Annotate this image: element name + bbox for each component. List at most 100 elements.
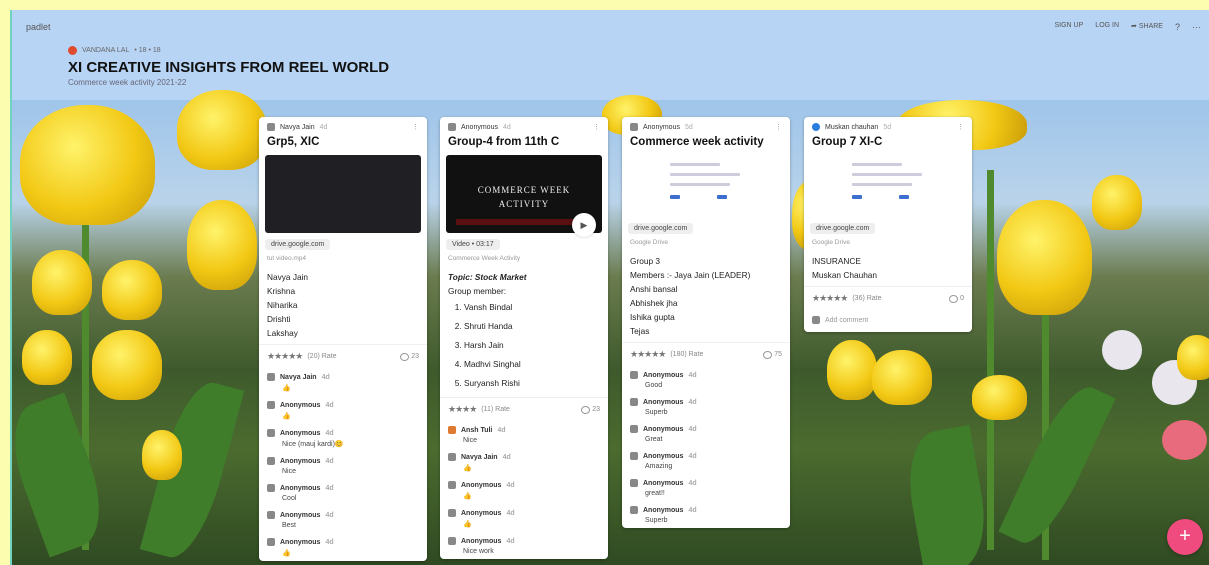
- post-menu-icon[interactable]: ⋮: [412, 123, 419, 131]
- video-thumbnail[interactable]: [265, 155, 421, 233]
- post-title: Commerce week activity: [630, 136, 764, 148]
- attachment-chip[interactable]: drive.google.com: [265, 239, 331, 250]
- board-title: XI CREATIVE INSIGHTS FROM REEL WORLD: [68, 59, 390, 76]
- star-rating-icon[interactable]: ★★★★: [448, 404, 477, 415]
- rating-bar: ★★★★★ (180) Rate 75: [622, 342, 790, 366]
- post-age: 5d: [684, 123, 693, 131]
- post-card[interactable]: Muskan chauhan 5d ⋮ Group 7 XI-C drive.g…: [804, 117, 972, 332]
- avatar: [267, 429, 275, 437]
- play-icon[interactable]: ▶: [572, 213, 596, 237]
- star-rating-icon[interactable]: ★★★★★: [267, 351, 303, 362]
- avatar: [812, 123, 820, 131]
- body-line: Abhishek jha: [630, 298, 678, 308]
- comment-author: Anonymous: [643, 371, 684, 379]
- list-item: Shruti Handa: [464, 317, 600, 336]
- post-age: 4d: [319, 123, 328, 131]
- document-thumbnail[interactable]: [662, 155, 750, 217]
- rating-count[interactable]: (180) Rate: [670, 351, 703, 358]
- more-menu-icon[interactable]: ···: [1192, 22, 1201, 32]
- member-list: Vansh Bindal Shruti Handa Harsh Jain Mad…: [448, 298, 600, 393]
- comment-text: 👍: [463, 521, 472, 528]
- document-thumbnail[interactable]: [844, 155, 932, 217]
- avatar: [267, 484, 275, 492]
- body-line: Members :- Jaya Jain (LEADER): [630, 270, 751, 280]
- body-line: Tejas: [630, 326, 650, 336]
- body-line: INSURANCE: [812, 256, 861, 266]
- avatar: [812, 316, 820, 324]
- attachment-name: Google Drive: [630, 239, 668, 246]
- rating-count[interactable]: (36) Rate: [852, 295, 881, 302]
- comment-author: Anonymous: [280, 538, 321, 546]
- board-author: VANDANA LAL • 18 • 18: [68, 46, 161, 55]
- comment-author: Anonymous: [280, 429, 321, 437]
- comment-age: 4d: [688, 425, 697, 433]
- comment-count-label: 0: [960, 295, 964, 302]
- share-icon: ➦: [1131, 23, 1137, 30]
- board-subtitle: Commerce week activity 2021-22: [68, 78, 187, 87]
- avatar: [630, 371, 638, 379]
- comment-count[interactable]: 0: [949, 294, 964, 303]
- author-avatar: [68, 46, 77, 55]
- comment-text: Cool: [282, 495, 297, 502]
- comment-icon: [581, 405, 591, 414]
- comment-text: great!!: [645, 490, 665, 497]
- attachment-chip[interactable]: drive.google.com: [810, 223, 876, 234]
- comment-count[interactable]: 75: [763, 350, 782, 359]
- attachment-chip[interactable]: drive.google.com: [628, 223, 694, 234]
- body-line: Krishna: [267, 286, 296, 296]
- comment-count-label: 75: [774, 351, 782, 358]
- avatar: [630, 506, 638, 514]
- rating-count[interactable]: (11) Rate: [481, 406, 510, 413]
- avatar: [448, 453, 456, 461]
- avatar: [267, 538, 275, 546]
- comment-count[interactable]: 23: [400, 352, 419, 361]
- post-menu-icon[interactable]: ⋮: [957, 123, 964, 131]
- comment-author: Anonymous: [280, 511, 321, 519]
- list-item: Vansh Bindal: [464, 298, 600, 317]
- comment-text: Superb: [645, 517, 668, 524]
- comment-text: Superb: [645, 409, 668, 416]
- post-card[interactable]: Anonymous 5d ⋮ Commerce week activity dr…: [622, 117, 790, 528]
- avatar: [448, 426, 456, 434]
- signup-link[interactable]: SIGN UP: [1055, 22, 1084, 32]
- video-thumbnail[interactable]: COMMERCE WEEK ACTIVITY ▶: [446, 155, 602, 237]
- rating-count[interactable]: (20) Rate: [307, 353, 336, 360]
- post-menu-icon[interactable]: ⋮: [775, 123, 782, 131]
- add-post-button[interactable]: +: [1167, 519, 1203, 555]
- comment: Anonymous 4d Amazing: [622, 447, 790, 474]
- list-item: Suryansh Rishi: [464, 374, 600, 393]
- comment-text: Nice work: [463, 548, 494, 555]
- post-card[interactable]: Anonymous 4d ⋮ Group-4 from 11th C COMME…: [440, 117, 608, 559]
- comment-count[interactable]: 23: [581, 405, 600, 414]
- star-rating-icon[interactable]: ★★★★★: [812, 293, 848, 304]
- attachment-chip[interactable]: Video • 03:17: [446, 239, 500, 250]
- post-menu-icon[interactable]: ⋮: [593, 123, 600, 131]
- avatar: [448, 537, 456, 545]
- comment-text: 👍: [463, 465, 472, 472]
- post-topic: Topic: Stock Market: [448, 272, 527, 282]
- comment-icon: [763, 350, 773, 359]
- share-button[interactable]: ➦ SHARE: [1131, 22, 1163, 32]
- help-icon[interactable]: ?: [1175, 22, 1180, 32]
- post-card[interactable]: Navya Jain 4d ⋮ Grp5, XIC drive.google.c…: [259, 117, 427, 561]
- avatar: [267, 457, 275, 465]
- comment: Anonymous 4d Superb: [622, 393, 790, 420]
- post-header: Muskan chauhan 5d ⋮: [804, 117, 972, 131]
- author-name: VANDANA LAL: [82, 47, 130, 54]
- comment-author: Anonymous: [643, 506, 684, 514]
- comment-author: Anonymous: [280, 457, 321, 465]
- login-link[interactable]: LOG IN: [1095, 22, 1119, 32]
- comment: Anonymous 4d Cool: [259, 479, 427, 506]
- comment-age: 4d: [688, 506, 697, 514]
- avatar: [267, 373, 275, 381]
- wallpaper-tulips: [12, 90, 1209, 565]
- post-age: 5d: [883, 123, 892, 131]
- brand-logo[interactable]: padlet: [26, 22, 51, 32]
- post-age: 4d: [502, 123, 511, 131]
- add-comment-field[interactable]: Add comment: [804, 310, 972, 332]
- rating-bar: ★★★★★ (36) Rate 0: [804, 286, 972, 310]
- add-comment-placeholder: Add comment: [825, 316, 869, 324]
- star-rating-icon[interactable]: ★★★★★: [630, 349, 666, 360]
- list-item: Harsh Jain: [464, 336, 600, 355]
- padlet-window: padlet SIGN UP LOG IN ➦ SHARE ? ··· VAND…: [10, 10, 1209, 565]
